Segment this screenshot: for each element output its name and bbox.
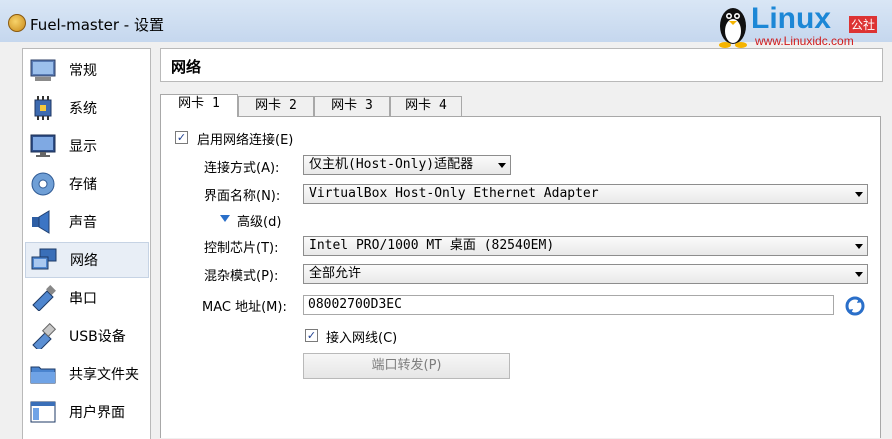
cable-connected-checkbox[interactable]: ✓ <box>305 329 318 342</box>
serial-port-icon <box>29 285 57 312</box>
mac-address-field[interactable]: 08002700D3EC <box>303 295 834 315</box>
promiscuous-mode-value: 全部允许 <box>309 266 362 281</box>
sidebar-item-system[interactable]: 系统 <box>25 90 149 126</box>
folder-icon <box>29 361 57 387</box>
chevron-down-icon <box>855 272 863 277</box>
attached-to-label: 连接方式(A): <box>204 161 280 176</box>
usb-icon <box>29 322 57 352</box>
sidebar-item-general[interactable]: 常规 <box>25 52 149 88</box>
expand-triangle-icon[interactable] <box>220 215 230 222</box>
storage-icon <box>29 171 57 197</box>
adapter-type-dropdown[interactable]: Intel PRO/1000 MT 桌面 (82540EM) <box>303 236 868 256</box>
sidebar-item-usb[interactable]: USB设备 <box>25 318 149 354</box>
refresh-mac-icon[interactable] <box>845 296 865 316</box>
user-interface-icon <box>29 399 57 425</box>
sidebar-item-audio[interactable]: 声音 <box>25 204 149 240</box>
sidebar-item-user-interface[interactable]: 用户界面 <box>25 394 149 430</box>
general-icon <box>29 57 57 83</box>
system-chip-icon <box>29 95 57 121</box>
sidebar-item-display[interactable]: 显示 <box>25 128 149 164</box>
adapter-settings-panel: ✓ 启用网络连接(E) 连接方式(A): 仅主机(Host-Only)适配器 界… <box>160 116 881 438</box>
page-title: 网络 <box>171 58 202 76</box>
sidebar-item-label: USB设备 <box>69 329 126 345</box>
enable-adapter-checkbox[interactable]: ✓ <box>175 131 188 144</box>
sidebar-item-label: 串口 <box>69 291 97 307</box>
sidebar-item-label: 显示 <box>69 139 97 155</box>
tab-adapter-4[interactable]: 网卡 4 <box>390 96 462 116</box>
tab-adapter-2[interactable]: 网卡 2 <box>238 96 314 116</box>
app-icon <box>8 14 26 32</box>
watermark-tag: 公社 <box>849 16 878 33</box>
enable-adapter-label: 启用网络连接(E) <box>197 133 294 148</box>
sidebar-item-label: 系统 <box>69 101 97 117</box>
attached-to-dropdown[interactable]: 仅主机(Host-Only)适配器 <box>303 155 511 175</box>
sidebar-item-network[interactable]: 网络 <box>25 242 149 278</box>
network-icon <box>30 247 58 273</box>
display-icon <box>29 133 57 159</box>
watermark-brand: Linux <box>751 2 831 35</box>
adapter-name-dropdown[interactable]: VirtualBox Host-Only Ethernet Adapter <box>303 184 868 204</box>
sidebar-item-serial[interactable]: 串口 <box>25 280 149 316</box>
adapter-type-value: Intel PRO/1000 MT 桌面 (82540EM) <box>309 238 555 253</box>
adapter-name-label: 界面名称(N): <box>204 189 281 204</box>
adapter-name-value: VirtualBox Host-Only Ethernet Adapter <box>309 186 599 201</box>
advanced-toggle[interactable]: 高级(d) <box>237 211 281 230</box>
port-forwarding-button[interactable]: 端口转发(P) <box>303 353 510 379</box>
sidebar-item-label: 网络 <box>70 253 98 269</box>
sidebar-item-label: 存储 <box>69 177 97 193</box>
tux-icon <box>719 8 747 48</box>
sidebar-item-label: 用户界面 <box>69 405 125 421</box>
window-title: Fuel-master - 设置 <box>30 16 164 34</box>
sidebar-item-label: 常规 <box>69 63 97 79</box>
promiscuous-mode-label: 混杂模式(P): <box>204 269 279 284</box>
watermark-logo: Linux 公社 www.Linuxidc.com <box>715 2 892 50</box>
tab-adapter-1[interactable]: 网卡 1 <box>160 94 238 117</box>
speaker-icon <box>29 209 57 235</box>
tab-adapter-3[interactable]: 网卡 3 <box>314 96 390 116</box>
adapter-type-label: 控制芯片(T): <box>204 241 279 256</box>
title-bar: Fuel-master - 设置 Linux 公社 www.Linuxidc.c… <box>0 0 892 48</box>
sidebar-item-label: 共享文件夹 <box>69 367 139 383</box>
promiscuous-mode-dropdown[interactable]: 全部允许 <box>303 264 868 284</box>
page-header: 网络 <box>160 48 883 82</box>
sidebar-item-shared-folders[interactable]: 共享文件夹 <box>25 356 149 392</box>
chevron-down-icon <box>498 163 506 168</box>
sidebar-item-label: 声音 <box>69 215 97 231</box>
cable-connected-label: 接入网线(C) <box>326 331 398 346</box>
settings-sidebar: 常规 系统 显示 存储 声音 网络 串口 USB设备 共享文件夹 用户界面 <box>22 48 151 439</box>
attached-to-value: 仅主机(Host-Only)适配器 <box>309 157 474 172</box>
watermark-url: www.Linuxidc.com <box>755 34 854 48</box>
sidebar-item-storage[interactable]: 存储 <box>25 166 149 202</box>
mac-address-label: MAC 地址(M): <box>202 300 287 315</box>
chevron-down-icon <box>855 244 863 249</box>
chevron-down-icon <box>855 192 863 197</box>
